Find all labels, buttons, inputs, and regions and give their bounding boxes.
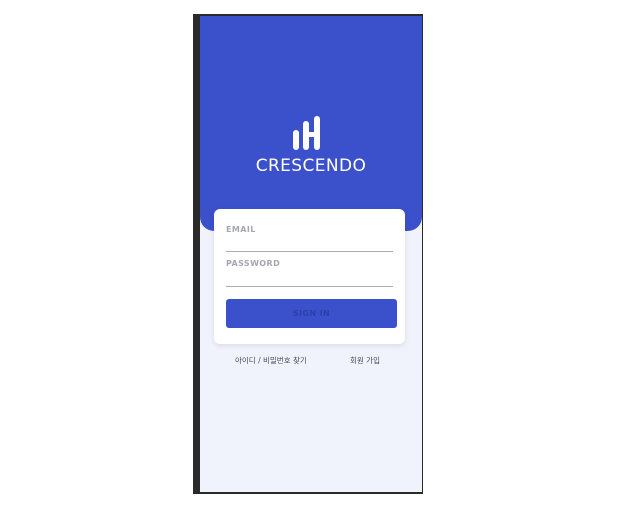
app-screen: CRESCENDO EMAIL PASSWORD SIGN IN 아이디 / 비… [200, 16, 422, 492]
email-underline [226, 251, 393, 252]
password-label: PASSWORD [226, 259, 281, 268]
brand-title: CRESCENDO [255, 156, 367, 176]
password-underline [226, 286, 393, 287]
email-label: EMAIL [226, 225, 256, 234]
login-card: EMAIL PASSWORD SIGN IN [214, 209, 405, 344]
sign-in-button[interactable]: SIGN IN [226, 299, 397, 328]
signup-link[interactable]: 회원 가입 [350, 355, 380, 366]
crescendo-logo-icon [293, 116, 320, 150]
find-account-link[interactable]: 아이디 / 비밀번호 찾기 [235, 355, 307, 366]
device-frame: CRESCENDO EMAIL PASSWORD SIGN IN 아이디 / 비… [193, 14, 423, 494]
email-field[interactable] [226, 236, 393, 250]
password-field[interactable] [226, 271, 393, 285]
hero-header: CRESCENDO [200, 16, 422, 231]
